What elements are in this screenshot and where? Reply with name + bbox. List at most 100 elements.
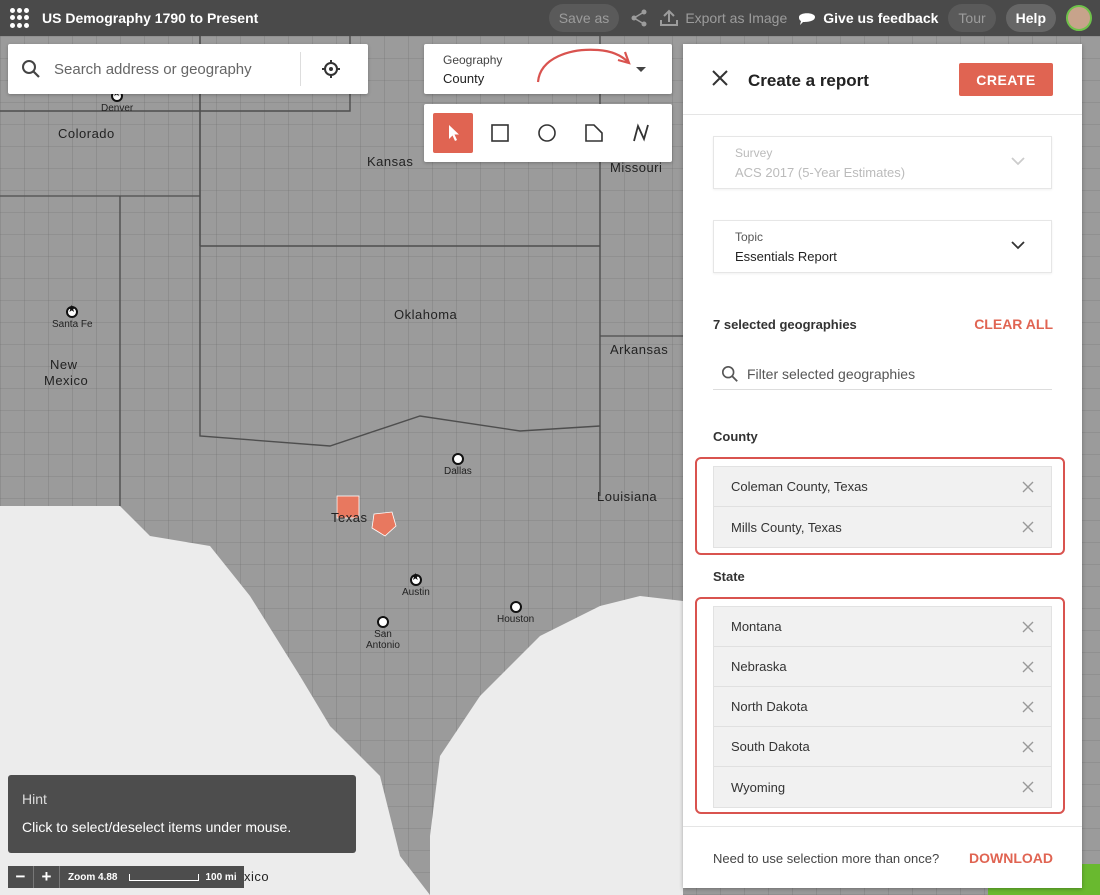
- county-group-title: County: [713, 429, 758, 444]
- remove-button[interactable]: [1022, 521, 1034, 533]
- close-icon: [1022, 521, 1034, 533]
- rectangle-icon: [491, 124, 509, 142]
- list-item: Wyoming: [714, 767, 1051, 807]
- remove-button[interactable]: [1022, 781, 1034, 793]
- survey-select[interactable]: Survey ACS 2017 (5-Year Estimates): [713, 136, 1052, 189]
- map-label-new-mexico-1: New: [50, 357, 78, 372]
- circle-tool[interactable]: [527, 113, 567, 153]
- locate-button[interactable]: [301, 59, 361, 79]
- feedback-button[interactable]: Give us feedback: [797, 9, 938, 27]
- topic-value: Essentials Report: [735, 249, 837, 264]
- create-report-panel: Create a report CREATE Survey ACS 2017 (…: [683, 44, 1082, 888]
- polygon-icon: [585, 124, 603, 142]
- close-icon: [1022, 741, 1034, 752]
- share-icon: [631, 9, 647, 27]
- map-label-colorado: Colorado: [58, 126, 115, 141]
- zoom-in-button[interactable]: +: [34, 866, 60, 888]
- city-dallas: Dallas: [444, 453, 472, 477]
- hint-text: Click to select/deselect items under mou…: [22, 819, 292, 835]
- close-icon: [1022, 481, 1034, 492]
- state-list: Montana Nebraska North Dakota South Dako…: [713, 606, 1052, 808]
- survey-value: ACS 2017 (5-Year Estimates): [735, 165, 906, 180]
- geography-label: Geography: [443, 53, 503, 67]
- footer-text: Need to use selection more than once?: [713, 851, 940, 866]
- remove-button[interactable]: [1022, 701, 1034, 713]
- panel-title: Create a report: [748, 71, 869, 90]
- list-item: South Dakota: [714, 727, 1051, 767]
- pointer-tool[interactable]: [433, 113, 473, 153]
- list-item: Coleman County, Texas: [714, 467, 1051, 507]
- line-tool[interactable]: [621, 113, 661, 153]
- map-label-kansas: Kansas: [367, 154, 414, 169]
- remove-button[interactable]: [1022, 661, 1034, 673]
- topic-select[interactable]: Topic Essentials Report: [713, 220, 1052, 273]
- create-button[interactable]: CREATE: [959, 63, 1053, 96]
- selected-count: 7 selected geographies: [713, 317, 857, 332]
- city-houston: Houston: [497, 601, 534, 625]
- zoom-out-button[interactable]: −: [8, 866, 34, 888]
- chevron-down-icon: [1011, 157, 1025, 166]
- close-icon[interactable]: [711, 69, 729, 87]
- list-item: Nebraska: [714, 647, 1051, 687]
- hint-title: Hint: [22, 791, 47, 807]
- city-austin: Austin: [402, 572, 430, 598]
- search-box: [8, 44, 368, 94]
- panel-header: Create a report CREATE: [683, 44, 1082, 115]
- list-item: North Dakota: [714, 687, 1051, 727]
- selection-tools: [424, 104, 672, 162]
- save-as-button[interactable]: Save as: [548, 4, 620, 32]
- zoom-bar: − + Zoom 4.88 100 mi: [8, 866, 244, 888]
- chat-bubble-icon: [799, 13, 816, 25]
- scale-bar: [129, 873, 200, 881]
- close-icon: [1022, 621, 1034, 632]
- polygon-tool[interactable]: [574, 113, 614, 153]
- tour-button[interactable]: Tour: [948, 4, 996, 32]
- geography-value: County: [443, 71, 485, 86]
- panel-footer: Need to use selection more than once? DO…: [683, 826, 1082, 888]
- map-label-mexico-fragment: xico: [244, 869, 270, 884]
- freehand-line-icon: [633, 123, 649, 142]
- help-button[interactable]: Help: [1005, 4, 1056, 32]
- search-icon: [22, 60, 40, 78]
- topic-label: Topic: [735, 230, 764, 244]
- crosshair-icon: [322, 60, 340, 78]
- city-san-antonio: San Antonio: [366, 616, 400, 651]
- annotation-arrow: [536, 48, 631, 83]
- list-item: Mills County, Texas: [714, 507, 1051, 547]
- scale-distance: 100 mi: [205, 871, 237, 883]
- state-group-title: State: [713, 569, 745, 584]
- search-icon: [721, 365, 738, 382]
- apps-grid-icon[interactable]: [10, 8, 30, 28]
- cursor-arrow-icon: [449, 125, 459, 141]
- upload-icon: [660, 9, 679, 26]
- geography-name: Coleman County, Texas: [731, 479, 868, 494]
- close-icon: [1022, 701, 1034, 712]
- user-avatar[interactable]: [1066, 5, 1092, 31]
- export-image-button[interactable]: Export as Image: [659, 9, 787, 27]
- geography-name: Montana: [731, 619, 782, 634]
- chevron-down-icon: [1011, 241, 1025, 250]
- share-button[interactable]: [629, 8, 649, 28]
- search-input[interactable]: [54, 60, 294, 78]
- survey-label: Survey: [735, 146, 773, 160]
- remove-button[interactable]: [1022, 481, 1034, 493]
- remove-button[interactable]: [1022, 741, 1034, 753]
- top-bar: US Demography 1790 to Present Save as Ex…: [0, 0, 1100, 36]
- county-list: Coleman County, Texas Mills County, Texa…: [713, 466, 1052, 548]
- clear-all-button[interactable]: CLEAR ALL: [974, 316, 1053, 332]
- rectangle-tool[interactable]: [480, 113, 520, 153]
- map-label-arkansas: Arkansas: [610, 342, 669, 357]
- map-label-new-mexico-2: Mexico: [44, 373, 89, 388]
- download-button[interactable]: DOWNLOAD: [969, 850, 1053, 866]
- map-label-oklahoma: Oklahoma: [394, 307, 458, 322]
- close-icon: [1022, 661, 1034, 672]
- filter-input[interactable]: [747, 365, 1027, 382]
- list-item: Montana: [714, 607, 1051, 647]
- geography-name: South Dakota: [731, 739, 810, 754]
- filter-box: [713, 358, 1052, 390]
- geography-name: North Dakota: [731, 699, 808, 714]
- remove-button[interactable]: [1022, 621, 1034, 633]
- zoom-level: Zoom 4.88: [68, 871, 118, 883]
- geography-name: Nebraska: [731, 659, 787, 674]
- map-label-louisiana: Louisiana: [597, 489, 658, 504]
